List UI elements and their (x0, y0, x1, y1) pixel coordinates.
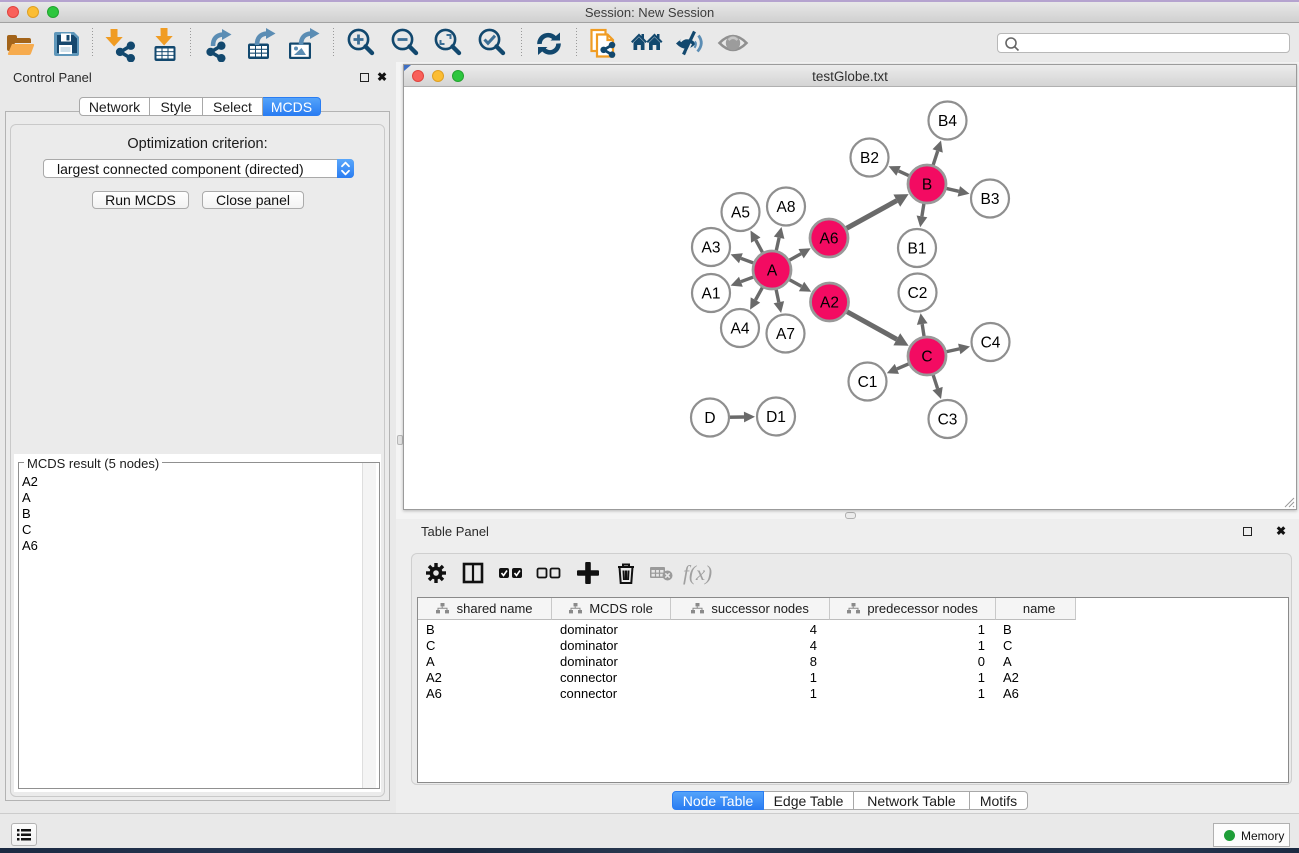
svg-text:A7: A7 (776, 326, 795, 343)
svg-text:A6: A6 (820, 231, 839, 248)
svg-text:B3: B3 (981, 191, 1000, 208)
svg-text:B1: B1 (908, 241, 927, 258)
svg-text:B2: B2 (860, 150, 879, 167)
svg-text:B4: B4 (938, 113, 957, 130)
svg-text:f(x): f(x) (683, 561, 712, 585)
svg-text:A2: A2 (820, 295, 839, 312)
svg-text:C3: C3 (938, 412, 958, 429)
svg-text:A5: A5 (731, 205, 750, 222)
svg-text:A3: A3 (702, 240, 721, 257)
svg-text:C4: C4 (981, 335, 1001, 352)
svg-text:C2: C2 (908, 285, 928, 302)
svg-text:A: A (767, 263, 778, 280)
svg-text:A1: A1 (702, 286, 721, 303)
svg-text:A8: A8 (777, 199, 796, 216)
svg-text:D: D (704, 410, 715, 427)
svg-text:A4: A4 (731, 321, 750, 338)
svg-text:C1: C1 (858, 374, 878, 391)
svg-text:C: C (921, 349, 932, 366)
svg-text:B: B (922, 177, 932, 194)
svg-text:D1: D1 (766, 409, 786, 426)
